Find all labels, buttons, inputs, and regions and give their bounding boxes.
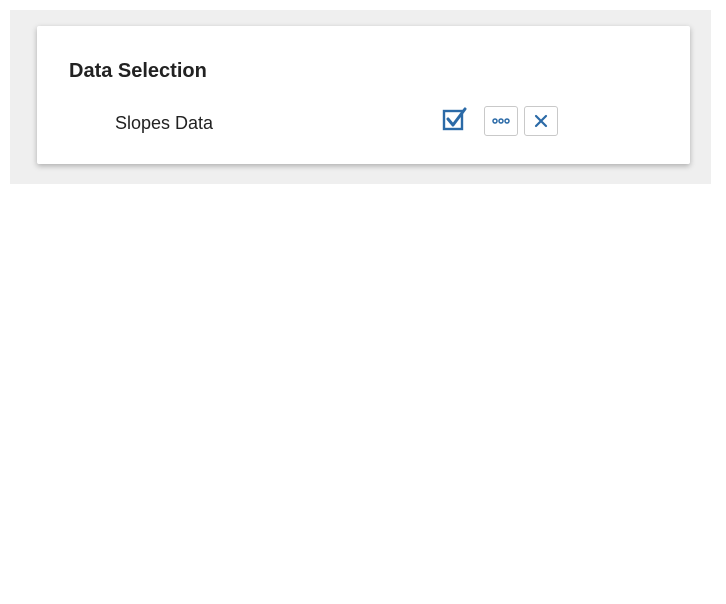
- card-title: Data Selection: [69, 60, 207, 82]
- remove-selection-button[interactable]: [524, 106, 558, 136]
- close-icon: [534, 114, 548, 128]
- selected-data-label: Slopes Data: [115, 113, 214, 133]
- ellipsis-icon: [492, 118, 510, 124]
- checkbox-check-icon[interactable]: [442, 106, 470, 134]
- data-selection-card: Data Selection Slopes Data: [37, 26, 690, 164]
- more-options-button[interactable]: [484, 106, 518, 136]
- page: Data Selection Slopes Data: [0, 0, 726, 604]
